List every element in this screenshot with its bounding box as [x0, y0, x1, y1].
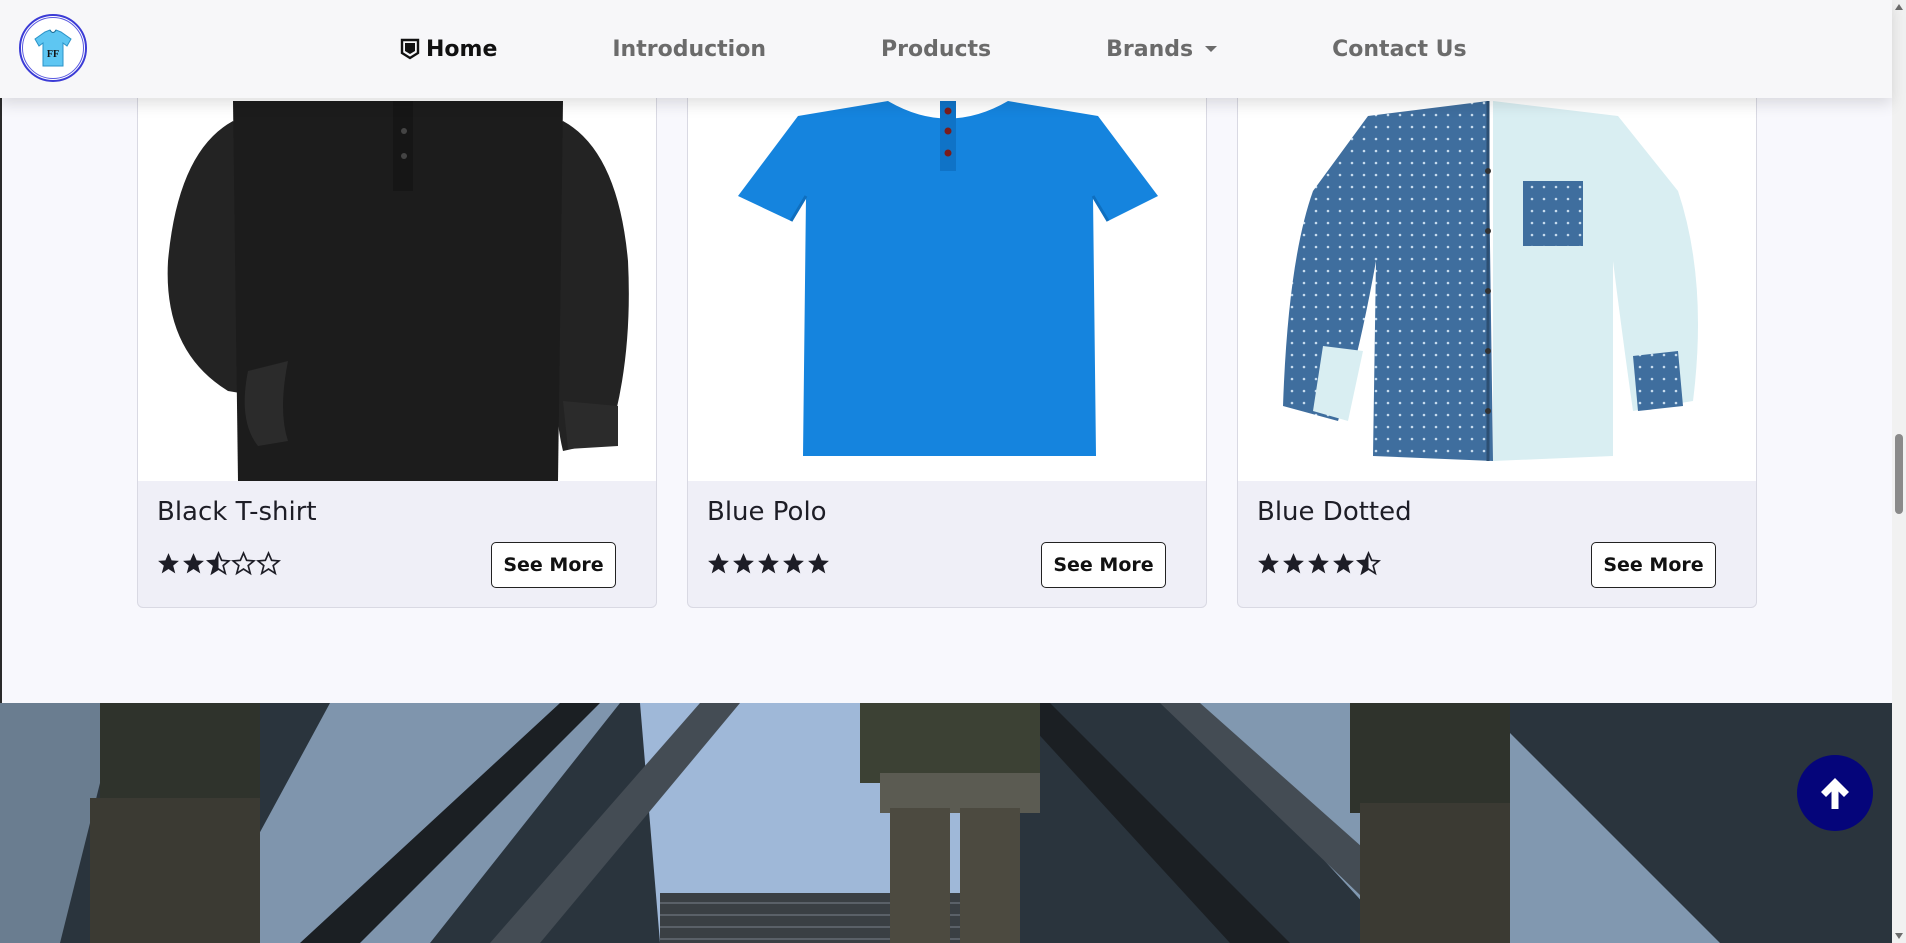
nav-item-products-label: Products: [881, 36, 992, 62]
see-more-button[interactable]: See More: [1041, 542, 1166, 588]
product-title: Black T-shirt: [157, 497, 317, 527]
scroll-to-top-button[interactable]: [1797, 755, 1873, 831]
star-full-icon: [783, 553, 804, 574]
see-more-button[interactable]: See More: [1591, 542, 1716, 588]
nav-item-contact-label: Contact Us: [1332, 36, 1467, 62]
star-half-icon: [206, 551, 231, 576]
arrow-up-icon: [1821, 778, 1849, 809]
rating-stars: [706, 551, 831, 576]
nav-item-home[interactable]: Home: [400, 37, 497, 62]
scroll-up-arrow-icon[interactable]: [1895, 4, 1903, 10]
caret-down-icon: [1205, 46, 1218, 52]
product-image-blue-dotted: [1238, 61, 1756, 481]
product-image-blue-polo: [688, 61, 1206, 481]
logo-shirt-icon: FF: [22, 17, 84, 79]
scroll-down-arrow-icon[interactable]: [1895, 933, 1903, 939]
product-title: Blue Polo: [707, 497, 827, 527]
star-full-icon: [1283, 553, 1304, 574]
nav-item-brands-label: Brands: [1106, 36, 1194, 62]
nav-item-products[interactable]: Products: [881, 37, 991, 62]
product-card-black-tshirt: Black T-shirt See More: [137, 60, 657, 608]
star-full-icon: [183, 553, 204, 574]
navbar: FF Home Introduction Products Brands Con…: [0, 0, 1892, 98]
star-full-icon: [733, 553, 754, 574]
escalator-banner-image: [0, 703, 1892, 943]
nav-item-introduction-label: Introduction: [612, 36, 766, 62]
product-image-black-tshirt: [138, 61, 656, 481]
nav-item-introduction[interactable]: Introduction: [612, 37, 766, 62]
scrollbar-thumb[interactable]: [1895, 434, 1903, 514]
star-full-icon: [1333, 553, 1354, 574]
star-empty-icon: [231, 551, 256, 576]
star-full-icon: [158, 553, 179, 574]
star-full-icon: [808, 553, 829, 574]
site-logo[interactable]: FF: [19, 14, 87, 82]
rating-stars: [1256, 551, 1381, 576]
star-full-icon: [758, 553, 779, 574]
nav-item-brands-dropdown[interactable]: Brands: [1106, 36, 1218, 62]
home-icon: [400, 38, 420, 60]
page: FF Home Introduction Products Brands Con…: [0, 0, 1906, 943]
logo-letters: FF: [47, 49, 59, 60]
nav-item-contact-us[interactable]: Contact Us: [1332, 37, 1466, 62]
nav-item-home-label: Home: [426, 36, 498, 62]
star-empty-icon: [256, 551, 281, 576]
star-half-icon: [1356, 551, 1381, 576]
star-full-icon: [1308, 553, 1329, 574]
vertical-scrollbar[interactable]: [1892, 0, 1906, 943]
product-title: Blue Dotted: [1257, 497, 1412, 527]
product-card-blue-dotted: Blue Dotted See More: [1237, 60, 1757, 608]
star-full-icon: [708, 553, 729, 574]
nav-links: Home Introduction Products Brands Contac…: [400, 0, 1582, 98]
star-full-icon: [1258, 553, 1279, 574]
see-more-button[interactable]: See More: [491, 542, 616, 588]
rating-stars: [156, 551, 281, 576]
product-card-blue-polo: Blue Polo See More: [687, 60, 1207, 608]
